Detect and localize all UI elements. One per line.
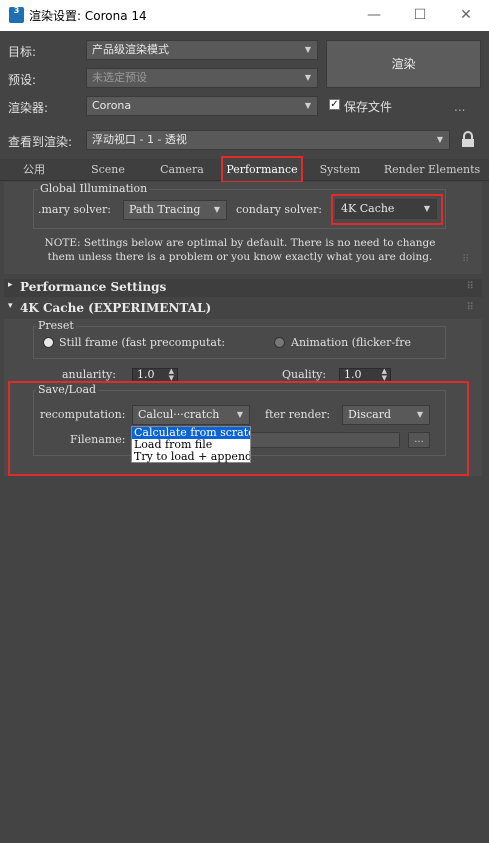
secondary-solver-dropdown[interactable]: 4K Cache ▼	[335, 199, 437, 219]
still-frame-label: Still frame (fast precomputat:	[59, 336, 226, 349]
renderer-value: Corona	[92, 99, 132, 112]
still-frame-radio[interactable]	[43, 337, 54, 348]
maximize-icon: ☐	[413, 7, 427, 23]
quality-value: 1.0	[344, 368, 362, 381]
app-icon: 3	[9, 7, 24, 23]
close-icon: ✕	[460, 7, 472, 23]
chevron-down-icon: ▼	[436, 135, 443, 144]
animation-radio[interactable]	[274, 337, 285, 348]
chevron-down-icon: ▼	[423, 204, 430, 213]
render-button[interactable]: 渲染	[326, 40, 481, 88]
precomputation-value: Calcul···cratch	[138, 408, 220, 421]
secondary-solver-label: condary solver:	[236, 203, 322, 216]
tab-performance[interactable]: Performance	[221, 156, 303, 183]
target-dropdown[interactable]: 产品级渲染模式 ▼	[86, 40, 318, 60]
chevron-down-icon: ▼	[304, 45, 311, 54]
preset-value: 未选定预设	[92, 71, 147, 84]
tab-camera[interactable]: Camera	[150, 159, 214, 181]
quality-spinner[interactable]: 1.0 ▲ ▼	[339, 368, 391, 382]
save-file-label: 保存文件	[344, 100, 393, 114]
chevron-down-icon: ▼	[236, 410, 243, 419]
renderer-dropdown[interactable]: Corona ▼	[86, 96, 318, 116]
close-button[interactable]: ✕	[443, 0, 489, 31]
expand-icon: ▸	[8, 280, 13, 290]
maximize-button[interactable]: ☐	[397, 0, 443, 31]
lock-icon[interactable]	[461, 131, 475, 148]
preset-title: Preset	[36, 319, 76, 332]
chevron-down-icon: ▼	[416, 410, 423, 419]
filename-label: Filename:	[70, 433, 126, 446]
chevron-down-icon: ▼	[304, 73, 311, 82]
primary-solver-dropdown[interactable]: Path Tracing ▼	[123, 200, 227, 220]
save-file-checkbox[interactable]: ✓	[329, 99, 340, 110]
option-load-from-file[interactable]: Load from file	[132, 439, 250, 451]
target-value: 产品级渲染模式	[92, 43, 169, 56]
window-title: 渲染设置: Corona 14	[29, 9, 147, 23]
granularity-value: 1.0	[137, 368, 155, 381]
precomputation-dropdown[interactable]: Calcul···cratch ▼	[132, 405, 250, 425]
view-to-render-value: 浮动视口 - 1 - 透视	[92, 133, 187, 146]
primary-solver-value: Path Tracing	[129, 203, 201, 216]
granularity-spinner[interactable]: 1.0 ▲ ▼	[132, 368, 178, 382]
browse-button[interactable]: ...	[408, 432, 430, 448]
preset-dropdown[interactable]: 未选定预设 ▼	[86, 68, 318, 88]
chevron-down-icon: ▼	[213, 205, 220, 214]
gi-title: Global Illumination	[38, 182, 150, 195]
tab-system[interactable]: System	[311, 159, 369, 181]
app-badge: 3	[13, 6, 20, 15]
option-try-to-load-append[interactable]: Try to load + append	[132, 451, 250, 463]
after-render-label: fter render:	[265, 408, 331, 421]
title-bar: 3 渲染设置: Corona 14 — ☐ ✕	[0, 0, 489, 31]
precomputation-label: recomputation:	[40, 408, 126, 421]
quality-label: Quality:	[282, 368, 327, 381]
renderer-label: 渲染器:	[8, 101, 49, 115]
spinner-arrows-icon: ▲ ▼	[168, 367, 174, 382]
filename-input[interactable]	[250, 432, 400, 448]
rollout-grip-icon: ⠿	[466, 302, 474, 313]
tab-bar: 公用 Scene Camera Performance System Rende…	[0, 156, 489, 183]
view-to-render-dropdown[interactable]: 浮动视口 - 1 - 透视 ▼	[86, 130, 450, 150]
tab-common[interactable]: 公用	[4, 159, 64, 181]
option-calculate-from-scratch[interactable]: Calculate from scratch	[132, 427, 250, 439]
more-button[interactable]: ...	[454, 100, 465, 114]
cache-header[interactable]: ▾ 4K Cache (EXPERIMENTAL) ⠿	[4, 300, 482, 318]
spinner-arrows-icon: ▲ ▼	[381, 367, 387, 382]
cache-title: 4K Cache (EXPERIMENTAL)	[20, 301, 212, 315]
animation-label: Animation (flicker-fre	[291, 336, 411, 349]
target-label: 目标:	[8, 45, 37, 59]
granularity-label: anularity:	[62, 368, 116, 381]
performance-settings-header[interactable]: ▸ Performance Settings ⠿	[4, 279, 482, 297]
secondary-solver-value: 4K Cache	[341, 202, 395, 215]
minimize-button[interactable]: —	[351, 0, 397, 31]
tab-render-elements[interactable]: Render Elements	[378, 159, 486, 181]
primary-solver-label: .mary solver:	[38, 203, 111, 216]
view-to-render-label: 查看到渲染:	[8, 135, 73, 149]
preset-label: 预设:	[8, 73, 37, 87]
chevron-down-icon: ▼	[304, 101, 311, 110]
collapse-icon: ▾	[8, 301, 13, 311]
minimize-icon: —	[367, 7, 381, 23]
panel-grip-icon: ⠿	[462, 254, 470, 265]
after-render-value: Discard	[348, 408, 392, 421]
saveload-title: Save/Load	[36, 383, 99, 396]
rollout-grip-icon: ⠿	[466, 281, 474, 292]
gi-note: NOTE: Settings below are optimal by defa…	[44, 237, 436, 263]
performance-settings-title: Performance Settings	[20, 280, 167, 294]
after-render-dropdown[interactable]: Discard ▼	[342, 405, 430, 425]
precomputation-options-list: Calculate from scratch Load from file Tr…	[131, 426, 251, 463]
tab-scene[interactable]: Scene	[76, 159, 140, 181]
